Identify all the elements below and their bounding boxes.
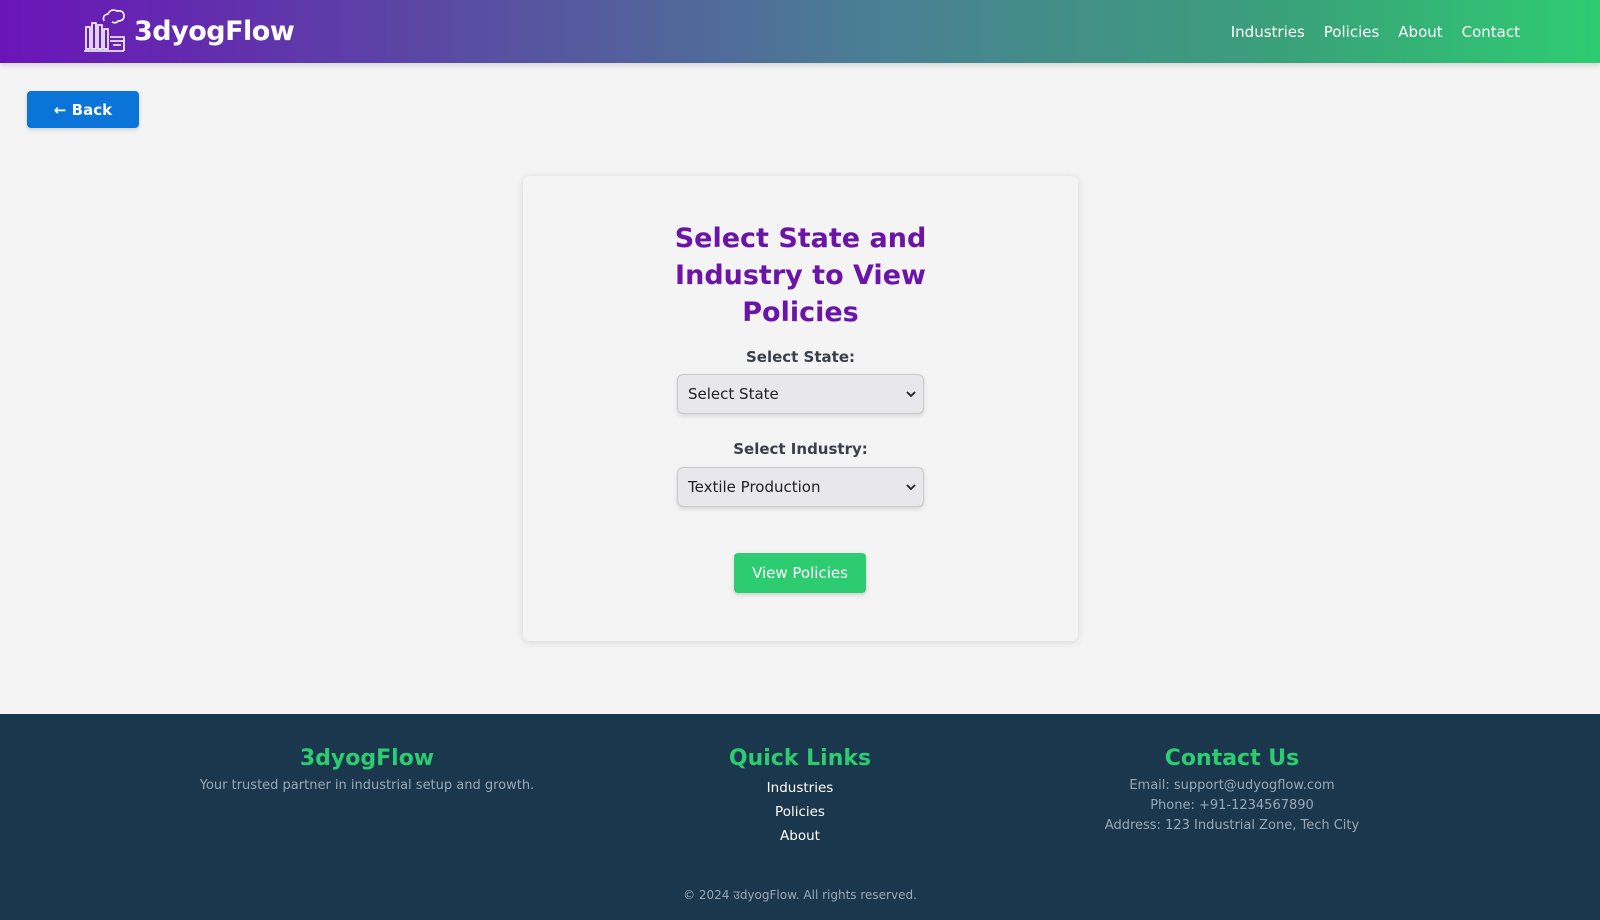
nav-contact[interactable]: Contact — [1462, 23, 1520, 41]
page-title: Select State and Industry to View Polici… — [674, 223, 927, 328]
nav-about[interactable]: About — [1398, 23, 1442, 41]
footer-link-policies[interactable]: Policies — [590, 800, 1010, 824]
industry-select-value: Textile Production — [688, 478, 821, 496]
industry-select[interactable]: Textile Production — [677, 467, 924, 507]
footer-tagline: Your trusted partner in industrial setup… — [199, 778, 535, 793]
quick-links-title: Quick Links — [728, 746, 872, 771]
policy-selector-card: Select State and Industry to View Polici… — [523, 176, 1078, 641]
back-button[interactable]: ← Back — [27, 91, 139, 128]
copyright: © 2024 उdyogFlow. All rights reserved. — [683, 888, 917, 902]
top-navbar: 3dyogFlow Industries Policies About Cont… — [0, 0, 1600, 63]
footer-brand-column: 3dyogFlow Your trusted partner in indust… — [157, 742, 577, 796]
main-nav: Industries Policies About Contact — [1231, 0, 1520, 63]
view-policies-button[interactable]: View Policies — [734, 553, 866, 593]
chevron-down-icon — [906, 484, 916, 491]
quick-links-list: Industries Policies About — [590, 776, 1010, 848]
state-label: Select State: — [745, 348, 855, 366]
footer-link-industries[interactable]: Industries — [590, 776, 1010, 800]
brand-link[interactable]: 3dyogFlow — [80, 7, 295, 55]
contact-email: Email: support@udyogflow.com — [1129, 778, 1335, 793]
industry-label: Select Industry: — [733, 440, 868, 458]
brand-name: 3dyogFlow — [134, 15, 295, 47]
state-select[interactable]: Select State — [677, 374, 924, 414]
nav-policies[interactable]: Policies — [1324, 23, 1379, 41]
chevron-down-icon — [906, 391, 916, 398]
footer-link-about[interactable]: About — [590, 824, 1010, 848]
contact-phone: Phone: +91-1234567890 — [1150, 798, 1314, 813]
state-select-value: Select State — [688, 385, 779, 403]
contact-title: Contact Us — [1164, 746, 1300, 771]
nav-industries[interactable]: Industries — [1231, 23, 1305, 41]
footer: 3dyogFlow Your trusted partner in indust… — [0, 714, 1600, 920]
contact-address: Address: 123 Industrial Zone, Tech City — [1104, 818, 1360, 833]
footer-contact-column: Contact Us Email: support@udyogflow.com … — [1022, 742, 1442, 836]
footer-brand-title: 3dyogFlow — [299, 746, 435, 771]
factory-icon — [84, 9, 125, 52]
footer-quick-links: Quick Links Industries Policies About — [590, 742, 1010, 848]
